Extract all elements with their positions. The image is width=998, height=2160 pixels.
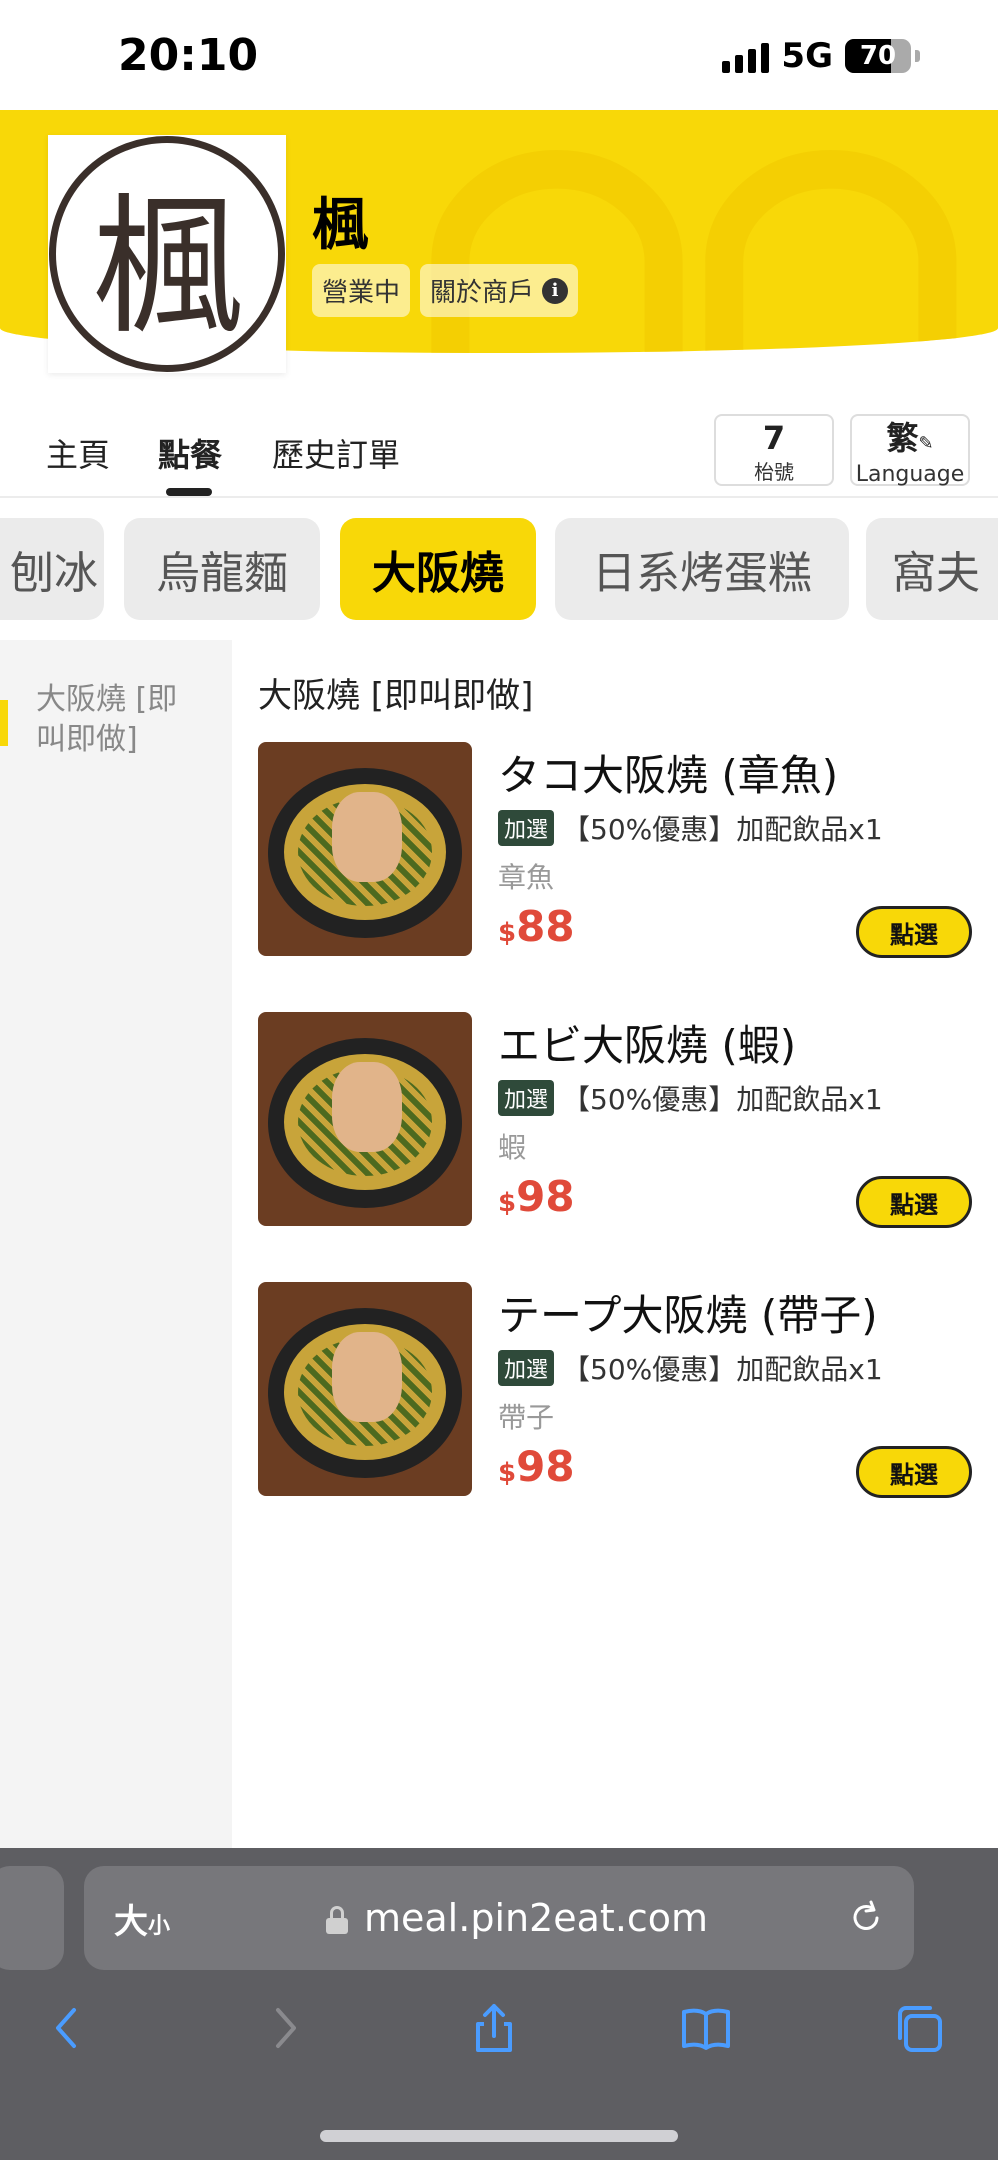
table-number-badge: 7 枱號 <box>714 414 834 486</box>
sidebar-active-marker <box>0 700 8 746</box>
language-button[interactable]: 繁✎ Language <box>850 414 970 487</box>
tab-order-history[interactable]: 歷史訂單 <box>272 430 400 476</box>
shop-logo: 楓 <box>48 135 286 373</box>
category-label: 日系烤蛋糕 <box>592 548 812 599</box>
open-status-badge: 營業中 <box>312 264 411 317</box>
food-image[interactable] <box>258 1282 472 1496</box>
language-current: 繁 <box>886 419 919 457</box>
price-amount: 98 <box>516 1172 575 1221</box>
menu-item: エビ大阪燒 (蝦) 加選 【50%優惠】加配飲品x1 蝦 $98 點選 <box>258 1012 978 1228</box>
about-merchant-button[interactable]: 關於商戶 i <box>420 264 579 317</box>
main-tabs: 主頁 點餐 歷史訂單 <box>0 400 998 498</box>
language-label: Language <box>855 462 965 487</box>
select-button[interactable]: 點選 <box>856 1176 972 1228</box>
category-chip[interactable]: 窩夫 <box>866 518 998 620</box>
share-icon[interactable] <box>464 1998 524 2058</box>
category-chip-active[interactable]: 大阪燒 <box>340 518 536 620</box>
status-bar: 20:10 5G 70 <box>0 0 998 110</box>
tab-home[interactable]: 主頁 <box>46 430 110 476</box>
tabs-icon[interactable] <box>888 1998 948 2058</box>
open-status-label: 營業中 <box>322 278 401 308</box>
item-promo: 加選 【50%優惠】加配飲品x1 <box>498 808 883 848</box>
item-name: エビ大阪燒 (蝦) <box>498 1021 797 1070</box>
active-tab-indicator <box>166 488 212 496</box>
currency-symbol: $ <box>498 1188 517 1218</box>
price-amount: 88 <box>516 902 575 951</box>
select-button[interactable]: 點選 <box>856 906 972 958</box>
signal-icon <box>722 39 770 73</box>
item-price: $98 <box>498 1172 575 1221</box>
category-label: 窩夫 <box>892 548 980 599</box>
book-icon[interactable] <box>676 1998 736 2058</box>
tab-order[interactable]: 點餐 <box>158 430 222 476</box>
item-promo: 加選 【50%優惠】加配飲品x1 <box>498 1078 883 1118</box>
addon-tag: 加選 <box>498 1080 555 1116</box>
item-price: $88 <box>498 902 575 951</box>
promo-text: 【50%優惠】加配飲品x1 <box>562 1083 883 1116</box>
menu-item: タコ大阪燒 (章魚) 加選 【50%優惠】加配飲品x1 章魚 $88 點選 <box>258 742 978 958</box>
section-title: 大阪燒 [即叫即做] <box>258 676 534 716</box>
chevron-right-icon[interactable] <box>254 1998 314 2058</box>
battery-icon: 70 <box>845 39 911 73</box>
currency-symbol: $ <box>498 1458 517 1488</box>
url-text: meal.pin2eat.com <box>364 1896 709 1940</box>
item-price: $98 <box>498 1442 575 1491</box>
item-name: タコ大阪燒 (章魚) <box>498 751 839 800</box>
category-chip[interactable]: 刨冰 <box>0 518 104 620</box>
item-promo: 加選 【50%優惠】加配飲品x1 <box>498 1348 883 1388</box>
category-chip[interactable]: 日系烤蛋糕 <box>555 518 849 620</box>
addon-tag: 加選 <box>498 1350 555 1386</box>
address-bar[interactable]: 大小 meal.pin2eat.com <box>84 1866 914 1970</box>
category-bar: 刨冰 烏龍麵 大阪燒 日系烤蛋糕 窩夫 <box>0 518 998 622</box>
item-desc: 章魚 <box>498 861 555 894</box>
shop-name: 楓 <box>312 193 368 258</box>
status-indicators: 5G 70 <box>722 36 920 76</box>
promo-text: 【50%優惠】加配飲品x1 <box>562 813 883 846</box>
status-time: 20:10 <box>118 30 259 81</box>
home-indicator <box>320 2130 678 2142</box>
addon-tag: 加選 <box>498 810 555 846</box>
item-desc: 帶子 <box>498 1401 555 1434</box>
item-name: テープ大阪燒 (帶子) <box>498 1291 878 1340</box>
browser-nav <box>0 1998 998 2068</box>
price-amount: 98 <box>516 1442 575 1491</box>
edit-pencil-icon: ✎ <box>918 433 934 454</box>
category-label: 刨冰 <box>10 548 98 599</box>
info-icon: i <box>542 277 569 304</box>
category-label: 大阪燒 <box>372 548 504 599</box>
browser-toolbar: 大小 meal.pin2eat.com <box>0 1848 998 2160</box>
table-label: 枱號 <box>754 460 794 484</box>
battery-tip <box>915 50 920 62</box>
chevron-left-icon[interactable] <box>38 1998 98 2058</box>
shop-badges: 營業中 關於商戶 i <box>312 264 579 317</box>
category-sidebar: 大阪燒 [即叫即做] <box>0 640 232 1848</box>
shop-logo-mark: 楓 <box>49 136 285 372</box>
network-type: 5G <box>781 36 833 76</box>
item-desc: 蝦 <box>498 1131 527 1164</box>
promo-text: 【50%優惠】加配飲品x1 <box>562 1353 883 1386</box>
reload-icon[interactable] <box>846 1896 886 1936</box>
food-image[interactable] <box>258 1012 472 1226</box>
battery-percent: 70 <box>859 41 897 71</box>
text-size-big: 大 <box>114 1901 148 1942</box>
sidebar-item-okonomiyaki[interactable]: 大阪燒 [即叫即做] <box>36 680 206 760</box>
menu-item: テープ大阪燒 (帶子) 加選 【50%優惠】加配飲品x1 帶子 $98 點選 <box>258 1282 978 1498</box>
currency-symbol: $ <box>498 918 517 948</box>
text-size-small: 小 <box>148 1913 171 1939</box>
about-merchant-label: 關於商戶 <box>430 278 535 308</box>
food-image[interactable] <box>258 742 472 956</box>
select-button[interactable]: 點選 <box>856 1446 972 1498</box>
previous-tab-preview[interactable] <box>0 1866 64 1970</box>
text-size-button[interactable]: 大小 <box>114 1894 170 1943</box>
category-chip[interactable]: 烏龍麵 <box>124 518 320 620</box>
table-number: 7 <box>762 419 786 457</box>
category-label: 烏龍麵 <box>156 548 288 599</box>
lock-icon <box>326 1906 348 1934</box>
